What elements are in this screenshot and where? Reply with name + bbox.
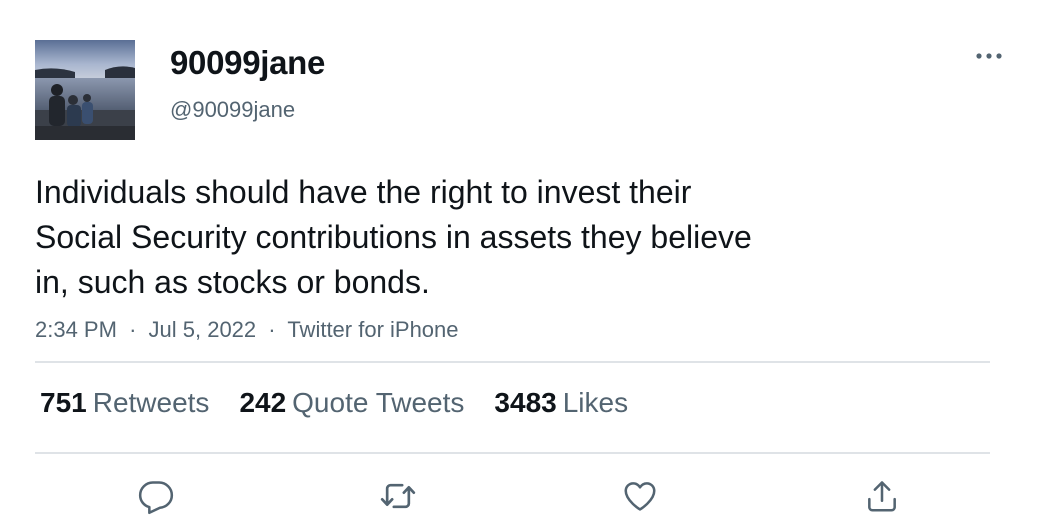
retweets-stat[interactable]: 751 Retweets bbox=[40, 387, 209, 419]
likes-stat[interactable]: 3483 Likes bbox=[494, 387, 628, 419]
tweet-text-line: in, such as stocks or bonds. bbox=[35, 264, 430, 300]
divider bbox=[35, 361, 990, 363]
heart-icon bbox=[624, 482, 656, 511]
more-options-button[interactable] bbox=[972, 44, 1006, 68]
divider bbox=[35, 452, 990, 454]
tweet-actions bbox=[0, 474, 1050, 518]
quote-tweets-count: 242 bbox=[239, 387, 287, 418]
handle[interactable]: @90099jane bbox=[170, 97, 295, 123]
tweet-text-line: Individuals should have the right to inv… bbox=[35, 174, 692, 210]
retweet-icon bbox=[380, 483, 416, 509]
display-name[interactable]: 90099jane bbox=[170, 44, 325, 82]
quote-tweets-stat[interactable]: 242 Quote Tweets bbox=[239, 387, 464, 419]
quote-tweets-label: Quote Tweets bbox=[292, 387, 465, 418]
like-button[interactable] bbox=[618, 474, 662, 518]
retweets-count: 751 bbox=[40, 387, 87, 418]
tweet-time[interactable]: 2:34 PM bbox=[35, 317, 117, 342]
tweet-stats: 751 Retweets 242 Quote Tweets 3483 Likes bbox=[40, 387, 628, 419]
tweet-text: Individuals should have the right to inv… bbox=[35, 170, 875, 305]
likes-count: 3483 bbox=[494, 387, 557, 418]
share-button[interactable] bbox=[860, 474, 904, 518]
retweet-button[interactable] bbox=[376, 474, 420, 518]
more-horizontal-icon bbox=[976, 53, 1002, 59]
tweet-text-line: Social Security contributions in assets … bbox=[35, 219, 752, 255]
tweet-metadata: 2:34 PM · Jul 5, 2022 · Twitter for iPho… bbox=[35, 317, 459, 343]
tweet-source[interactable]: Twitter for iPhone bbox=[287, 317, 458, 342]
meta-separator: · bbox=[268, 317, 276, 342]
reply-button[interactable] bbox=[134, 474, 178, 518]
avatar-photo bbox=[35, 40, 135, 140]
reply-icon bbox=[138, 481, 174, 515]
likes-label: Likes bbox=[562, 387, 629, 418]
share-icon bbox=[868, 481, 896, 512]
retweets-label: Retweets bbox=[92, 387, 210, 418]
tweet-detail: 90099jane @90099jane Individuals should … bbox=[0, 0, 1050, 525]
avatar[interactable] bbox=[35, 40, 135, 140]
meta-separator: · bbox=[129, 317, 137, 342]
tweet-date[interactable]: Jul 5, 2022 bbox=[149, 317, 257, 342]
